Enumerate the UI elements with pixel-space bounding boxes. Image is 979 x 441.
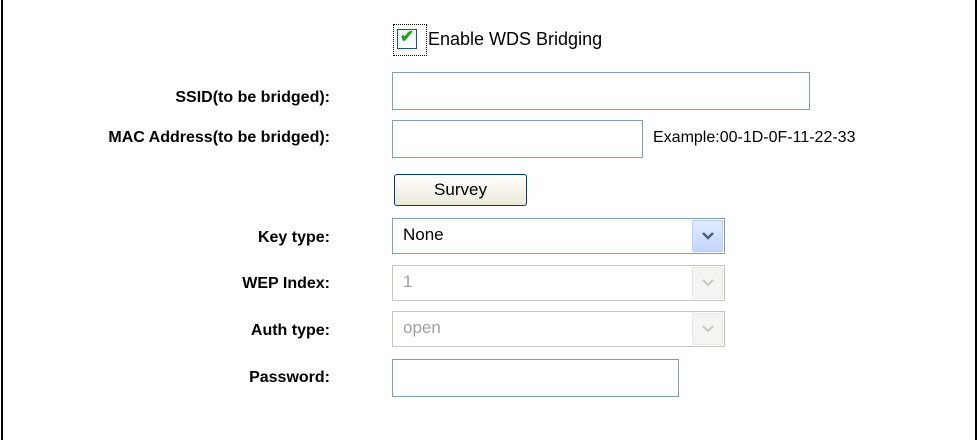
auth-type-value: open bbox=[403, 318, 441, 337]
auth-type-label: Auth type: bbox=[250, 322, 330, 339]
ssid-input[interactable] bbox=[392, 72, 810, 110]
mac-address-input[interactable] bbox=[392, 120, 643, 158]
mac-address-label: MAC Address(to be bridged): bbox=[108, 129, 330, 146]
chevron-down-icon bbox=[702, 325, 714, 333]
key-type-dropdown-button[interactable] bbox=[692, 220, 723, 252]
chevron-down-icon bbox=[702, 279, 714, 287]
mac-example-text: Example:00-1D-0F-11-22-33 bbox=[653, 129, 856, 146]
key-type-select[interactable]: None bbox=[392, 218, 725, 254]
auth-type-select: open bbox=[392, 311, 725, 347]
wep-index-select: 1 bbox=[392, 265, 725, 301]
password-label: Password: bbox=[249, 369, 330, 386]
enable-wds-checkbox-focus[interactable]: ✔ bbox=[392, 23, 428, 57]
enable-wds-checkbox[interactable]: ✔ bbox=[397, 27, 417, 49]
ssid-label: SSID(to be bridged): bbox=[175, 89, 330, 106]
wep-index-label: WEP Index: bbox=[242, 275, 330, 292]
chevron-down-icon bbox=[702, 232, 714, 240]
wep-index-value: 1 bbox=[403, 272, 413, 291]
key-type-label: Key type: bbox=[257, 229, 330, 246]
key-type-value: None bbox=[403, 225, 444, 244]
survey-button[interactable]: Survey bbox=[394, 174, 527, 206]
enable-wds-label[interactable]: Enable WDS Bridging bbox=[428, 28, 602, 50]
auth-type-dropdown-button bbox=[692, 313, 723, 345]
password-input[interactable] bbox=[392, 359, 679, 397]
wds-settings-panel: ✔ Enable WDS Bridging SSID(to be bridged… bbox=[1, 0, 977, 440]
wep-index-dropdown-button bbox=[692, 267, 723, 299]
check-icon: ✔ bbox=[399, 27, 415, 46]
